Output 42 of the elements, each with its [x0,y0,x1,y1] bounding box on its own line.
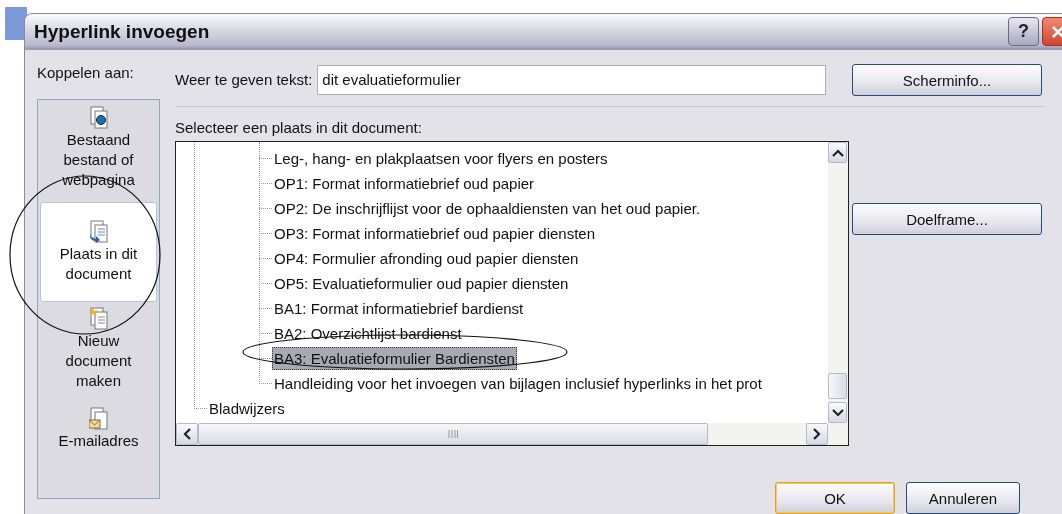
sidebar-item[interactable]: Plaats in dit document [40,202,157,302]
sidebar-item[interactable]: E-mailadres [40,402,157,502]
chevron-left-icon [183,428,191,440]
scroll-up-button[interactable] [828,142,847,163]
tree-item[interactable]: BA1: Format informatiebrief bardienst [272,297,526,320]
background-window [5,7,27,40]
display-text-label: Weer te geven tekst: [175,71,313,88]
close-icon [1049,23,1062,40]
help-button[interactable]: ? [1008,17,1039,46]
tree-item[interactable]: Handleiding voor het invoegen van bijlagen inclusief hyperlinks in het prot [272,372,764,395]
target-frame-button[interactable]: Doelframe... [852,203,1042,235]
horizontal-scrollbar[interactable] [176,423,848,445]
envelope-document-icon [88,407,109,431]
scroll-thumb[interactable] [198,423,708,445]
screen-tip-button[interactable]: Scherminfo... [852,64,1042,96]
tree-item[interactable]: OP5: Evaluatieformulier oud papier diensten [272,272,571,295]
chevron-right-icon [813,428,821,440]
vertical-scrollbar[interactable] [828,142,848,423]
tree-item[interactable]: OP2: De inschrijflijst voor de ophaaldiensten van het oud papier. [272,197,703,220]
document-globe-icon [88,106,109,130]
scroll-right-button[interactable] [806,423,828,445]
chevron-up-icon [831,148,844,157]
chevron-down-icon [831,408,844,417]
tree-item[interactable]: Bladwijzers [207,397,287,420]
ok-button[interactable]: OK [775,482,895,514]
sidebar-item[interactable]: Nieuw document maken [40,302,157,402]
display-text-field[interactable]: dit evaluatieformulier [317,64,827,95]
document-arrow-icon [88,220,109,244]
tree-item[interactable]: Leg-, hang- en plakplaatsen voor flyers en posters [272,147,610,170]
grip-icon [448,430,458,438]
new-document-icon [88,307,109,331]
scroll-thumb[interactable] [828,373,847,399]
link-to-label: Koppelen aan: [37,64,135,83]
tree-item[interactable]: OP4: Formulier afronding oud papier diensten [272,247,581,270]
cancel-button[interactable]: Annuleren [906,482,1020,514]
tree-label: Selecteer een plaats in dit document: [175,119,423,138]
window-title: Hyperlink invoegen [34,20,211,43]
tree-item[interactable]: BA3: Evaluatieformulier Bardiensten [272,347,517,370]
tree-item[interactable]: OP3: Format informatiebrief oud papier diensten [272,222,597,245]
scroll-left-button[interactable] [176,423,198,445]
tree-item[interactable]: OP1: Format informatiebrief oud papier [272,172,537,195]
scroll-down-button[interactable] [828,402,847,423]
